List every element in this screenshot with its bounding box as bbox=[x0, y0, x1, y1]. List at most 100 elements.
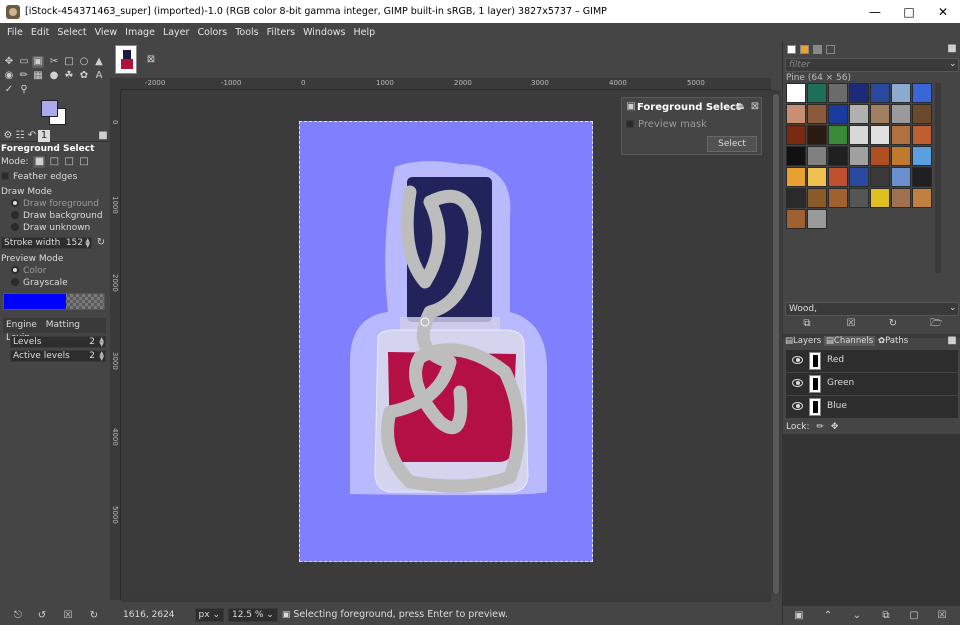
pattern-swatch[interactable] bbox=[807, 209, 827, 229]
pattern-swatch[interactable] bbox=[807, 188, 827, 208]
pattern-swatch[interactable] bbox=[891, 125, 911, 145]
pattern-scrollbar[interactable] bbox=[935, 83, 941, 273]
bucket-icon[interactable]: ◉ bbox=[3, 70, 15, 82]
pattern-swatch[interactable] bbox=[828, 104, 848, 124]
rect-select-icon[interactable]: ▭ bbox=[18, 56, 30, 68]
pattern-swatch[interactable] bbox=[828, 167, 848, 187]
pattern-swatch[interactable] bbox=[786, 146, 806, 166]
vertical-scroll-thumb[interactable] bbox=[773, 94, 779, 594]
pattern-swatch[interactable] bbox=[870, 125, 890, 145]
menu-windows[interactable]: Windows bbox=[299, 27, 349, 38]
close-icon[interactable]: ✕ bbox=[926, 5, 960, 19]
pattern-swatch[interactable] bbox=[828, 83, 848, 103]
delete-options-icon[interactable]: ☒ bbox=[62, 610, 74, 622]
cage-icon[interactable]: ▲ bbox=[93, 56, 105, 68]
crop-icon[interactable]: ✂ bbox=[48, 56, 60, 68]
mode-add-icon[interactable]: □ bbox=[48, 156, 60, 168]
preview-grayscale-radio[interactable] bbox=[11, 278, 19, 286]
transform-icon[interactable]: □ bbox=[63, 56, 75, 68]
layers-menu-icon[interactable]: ■ bbox=[946, 335, 958, 347]
menu-tools[interactable]: Tools bbox=[231, 27, 262, 38]
path-icon[interactable]: ✿ bbox=[78, 70, 90, 82]
menu-edit[interactable]: Edit bbox=[27, 27, 53, 38]
edit-pattern-icon[interactable]: ⧉ bbox=[801, 318, 813, 330]
eject-icon[interactable]: ⏏ bbox=[734, 101, 746, 113]
pattern-swatch[interactable] bbox=[912, 146, 932, 166]
pattern-swatch[interactable] bbox=[807, 125, 827, 145]
open-pattern-icon[interactable]: 🗁 bbox=[930, 318, 942, 330]
menu-layer[interactable]: Layer bbox=[159, 27, 194, 38]
menu-help[interactable]: Help bbox=[350, 27, 380, 38]
eye-icon[interactable] bbox=[792, 379, 803, 387]
fg-select-tool-icon[interactable]: ▣ bbox=[32, 56, 44, 68]
pattern-swatch[interactable] bbox=[786, 125, 806, 145]
preview-mask-checkbox[interactable] bbox=[626, 120, 634, 128]
images-tab-icon[interactable]: 1 bbox=[38, 130, 50, 142]
brush-icon[interactable]: ✏ bbox=[18, 70, 30, 82]
pattern-swatch[interactable] bbox=[849, 167, 869, 187]
pattern-swatch[interactable] bbox=[891, 146, 911, 166]
menu-filters[interactable]: Filters bbox=[263, 27, 299, 38]
stroke-width-spinner[interactable]: ▲ ▼ bbox=[85, 238, 90, 249]
undo-history-tab-icon[interactable]: ↶ bbox=[26, 130, 38, 142]
menu-colors[interactable]: Colors bbox=[193, 27, 231, 38]
mode-subtract-icon[interactable]: □ bbox=[63, 156, 75, 168]
pattern-swatch[interactable] bbox=[891, 188, 911, 208]
channel-row-green[interactable]: Green bbox=[786, 373, 958, 395]
restore-options-icon[interactable]: ↺ bbox=[36, 610, 48, 622]
pattern-swatch[interactable] bbox=[870, 167, 890, 187]
pattern-swatch[interactable] bbox=[786, 188, 806, 208]
eye-icon[interactable] bbox=[792, 402, 803, 410]
pattern-swatch[interactable] bbox=[870, 104, 890, 124]
pattern-swatch[interactable] bbox=[828, 125, 848, 145]
pattern-swatch[interactable] bbox=[786, 83, 806, 103]
move-tool-icon[interactable]: ✥ bbox=[3, 56, 15, 68]
draw-mode-foreground[interactable]: Draw foreground bbox=[1, 199, 99, 209]
zoom-select[interactable]: 12.5 % ⌄ bbox=[227, 607, 278, 622]
channel-row-red[interactable]: Red bbox=[786, 350, 958, 372]
raise-channel-icon[interactable]: ⌃ bbox=[822, 610, 834, 622]
tab-paths[interactable]: ✿Paths bbox=[878, 336, 908, 346]
pattern-swatch[interactable] bbox=[912, 104, 932, 124]
tab-menu-icon[interactable]: ■ bbox=[97, 130, 109, 142]
menu-select[interactable]: Select bbox=[53, 27, 90, 38]
tool-options-tab-icon[interactable]: ⚙ bbox=[2, 130, 14, 142]
pattern-swatch[interactable] bbox=[849, 83, 869, 103]
pattern-tag-input[interactable]: Wood, bbox=[785, 302, 959, 316]
active-levels-field[interactable]: Active levels 2 ▲ ▼ bbox=[10, 350, 106, 362]
draw-mode-unknown[interactable]: Draw unknown bbox=[1, 223, 90, 233]
maximize-icon[interactable]: □ bbox=[892, 5, 926, 19]
save-options-icon[interactable]: ⎋ bbox=[12, 610, 24, 622]
reset-icon[interactable]: ↻ bbox=[95, 237, 107, 249]
pattern-swatch[interactable] bbox=[786, 167, 806, 187]
pattern-swatch[interactable] bbox=[849, 125, 869, 145]
pattern-swatch[interactable] bbox=[891, 167, 911, 187]
channel-to-selection-icon[interactable]: ▢ bbox=[908, 610, 920, 622]
text-icon[interactable]: A bbox=[93, 70, 105, 82]
pattern-swatch[interactable] bbox=[912, 125, 932, 145]
clone-icon[interactable]: ● bbox=[48, 70, 60, 82]
pattern-swatch[interactable] bbox=[870, 83, 890, 103]
pattern-swatch[interactable] bbox=[870, 146, 890, 166]
minimize-icon[interactable]: — bbox=[858, 5, 892, 19]
close-image-icon[interactable]: ⊠ bbox=[145, 54, 157, 66]
levels-field[interactable]: Levels 2 ▲ ▼ bbox=[10, 336, 106, 348]
eraser-icon[interactable]: ▦ bbox=[32, 70, 44, 82]
pattern-swatch[interactable] bbox=[807, 146, 827, 166]
draw-background-radio[interactable] bbox=[11, 211, 19, 219]
engine-select[interactable]: Engine Matting Levin ⌄ bbox=[3, 318, 106, 343]
pattern-swatch[interactable] bbox=[807, 104, 827, 124]
tab-layers[interactable]: ▤Layers bbox=[785, 336, 821, 346]
pattern-swatch[interactable] bbox=[786, 209, 806, 229]
preview-color-radio[interactable] bbox=[11, 266, 19, 274]
unit-select[interactable]: px ⌄ bbox=[194, 607, 224, 622]
warp-icon[interactable]: ○ bbox=[78, 56, 90, 68]
menu-image[interactable]: Image bbox=[121, 27, 159, 38]
stroke-width-field[interactable]: Stroke width 152 ▲ ▼ bbox=[1, 237, 92, 249]
picker-icon[interactable]: ✓ bbox=[3, 84, 15, 96]
fonts-tab-icon[interactable] bbox=[813, 45, 822, 54]
preview-mask-row[interactable]: Preview mask bbox=[626, 119, 707, 130]
pattern-swatch[interactable] bbox=[849, 146, 869, 166]
channels-empty-area[interactable] bbox=[783, 434, 960, 606]
foreground-color-swatch[interactable] bbox=[41, 100, 58, 117]
